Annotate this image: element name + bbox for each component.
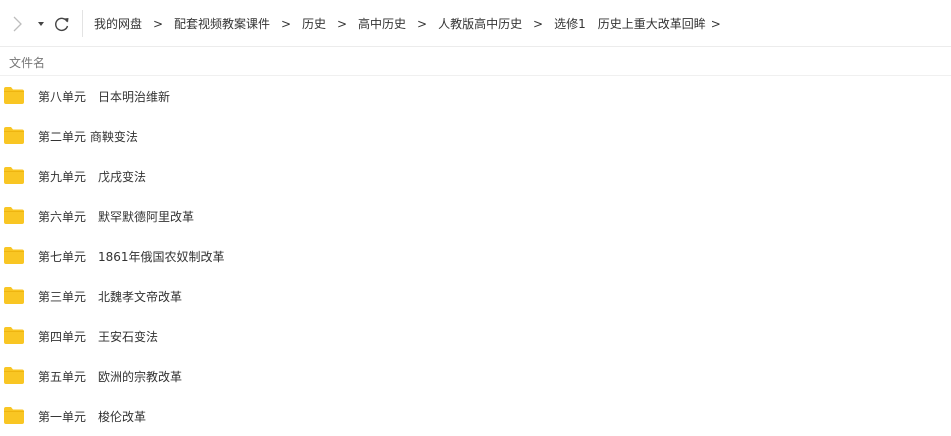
breadcrumb: 我的网盘 > 配套视频教案课件 > 历史 > 高中历史 > 人教版高中历史 > … <box>94 0 726 47</box>
list-header: 文件名 <box>0 47 951 76</box>
folder-icon <box>4 287 24 304</box>
list-item[interactable]: 第五单元 欧洲的宗教改革 <box>0 356 951 396</box>
refresh-button[interactable] <box>53 15 71 33</box>
file-name: 第五单元 欧洲的宗教改革 <box>38 370 183 384</box>
forward-button[interactable] <box>10 15 26 33</box>
folder-icon <box>4 367 24 384</box>
breadcrumb-separator: > <box>281 16 292 31</box>
breadcrumb-separator: > <box>152 16 164 31</box>
file-name: 第八单元 日本明治维新 <box>38 90 171 104</box>
list-item[interactable]: 第九单元 戊戌变法 <box>0 156 951 196</box>
list-item[interactable]: 第二单元 商鞅变法 <box>0 116 951 156</box>
breadcrumb-separator: > <box>417 16 428 31</box>
file-name: 第一单元 梭伦改革 <box>38 410 147 424</box>
toolbar-divider <box>82 10 83 37</box>
breadcrumb-separator: > <box>533 16 544 31</box>
file-name: 第九单元 戊戌变法 <box>38 170 147 184</box>
breadcrumb-item-history[interactable]: 历史 <box>302 15 326 32</box>
breadcrumb-item-courseware[interactable]: 配套视频教案课件 <box>174 15 270 32</box>
list-item[interactable]: 第七单元 1861年俄国农奴制改革 <box>0 236 951 276</box>
file-name: 第七单元 1861年俄国农奴制改革 <box>38 250 225 264</box>
file-name: 第六单元 默罕默德阿里改革 <box>38 210 195 224</box>
breadcrumb-separator: > <box>337 16 348 31</box>
file-name: 第二单元 商鞅变法 <box>38 130 138 144</box>
list-item[interactable]: 第三单元 北魏孝文帝改革 <box>0 276 951 316</box>
list-item[interactable]: 第八单元 日本明治维新 <box>0 76 951 116</box>
caret-down-icon <box>38 22 44 26</box>
list-item[interactable]: 第六单元 默罕默德阿里改革 <box>0 196 951 236</box>
breadcrumb-item-my-drive[interactable]: 我的网盘 <box>94 15 142 32</box>
chevron-right-icon <box>13 16 22 32</box>
breadcrumb-more-button[interactable]: > <box>706 17 726 31</box>
column-header-filename[interactable]: 文件名 <box>9 54 45 71</box>
file-name: 第三单元 北魏孝文帝改革 <box>38 290 183 304</box>
folder-icon <box>4 167 24 184</box>
breadcrumb-item-pep-history[interactable]: 人教版高中历史 <box>438 15 522 32</box>
folder-icon <box>4 207 24 224</box>
folder-icon <box>4 127 24 144</box>
folder-icon <box>4 407 24 424</box>
list-item[interactable]: 第一单元 梭伦改革 <box>0 396 951 436</box>
breadcrumb-item-high-school-history[interactable]: 高中历史 <box>358 15 406 32</box>
list-item[interactable]: 第四单元 王安石变法 <box>0 316 951 356</box>
file-name: 第四单元 王安石变法 <box>38 330 159 344</box>
refresh-icon <box>55 17 69 32</box>
file-list: 第八单元 日本明治维新 第二单元 商鞅变法 第九单元 戊戌变法 第六单元 默罕默… <box>0 76 951 436</box>
toolbar: 我的网盘 > 配套视频教案课件 > 历史 > 高中历史 > 人教版高中历史 > … <box>0 0 951 47</box>
folder-icon <box>4 87 24 104</box>
breadcrumb-item-current-folder[interactable]: 选修1 历史上重大改革回眸 <box>554 15 706 32</box>
history-dropdown-button[interactable] <box>35 18 47 30</box>
folder-icon <box>4 327 24 344</box>
folder-icon <box>4 247 24 264</box>
